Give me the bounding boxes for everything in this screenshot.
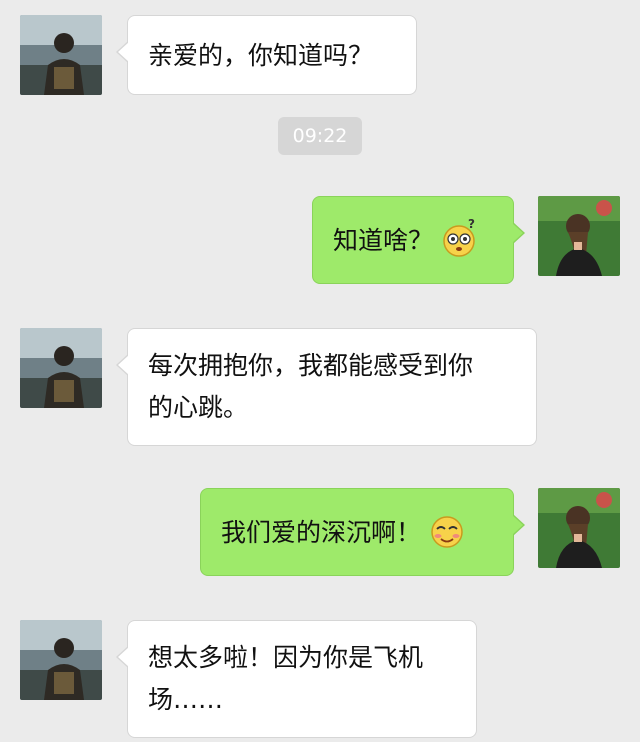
message-text-line: 的心跳。 bbox=[148, 393, 249, 422]
incoming-message-bubble[interactable]: 亲爱的，你知道吗？ bbox=[116, 15, 417, 95]
message-text-line: 场…… bbox=[148, 685, 224, 714]
message-text: 知道啥？ bbox=[333, 226, 434, 255]
message-text-line: 想太多啦！因为你是飞机 bbox=[148, 643, 424, 672]
message-text: 亲爱的，你知道吗？ bbox=[148, 41, 374, 70]
outgoing-message-bubble[interactable]: 知道啥？ ? bbox=[312, 196, 525, 284]
my-avatar[interactable] bbox=[538, 196, 620, 276]
my-avatar-image bbox=[538, 488, 620, 568]
message-text-line: 每次拥抱你，我都能感受到你 bbox=[148, 351, 474, 380]
chat-conversation: 亲爱的，你知道吗？ 09:22 知道啥？ ? 每次拥抱你，我都能感受到你 的心跳… bbox=[0, 0, 640, 742]
timestamp-label: 09:22 bbox=[278, 117, 362, 155]
incoming-message-bubble[interactable]: 想太多啦！因为你是飞机 场…… bbox=[116, 620, 477, 738]
contact-avatar-image bbox=[20, 620, 102, 700]
contact-avatar[interactable] bbox=[20, 15, 102, 95]
blushing-smile-icon bbox=[427, 511, 467, 551]
contact-avatar-image bbox=[20, 15, 102, 95]
my-avatar[interactable] bbox=[538, 488, 620, 568]
incoming-message-bubble[interactable]: 每次拥抱你，我都能感受到你 的心跳。 bbox=[116, 328, 537, 446]
contact-avatar-image bbox=[20, 328, 102, 408]
contact-avatar[interactable] bbox=[20, 620, 102, 700]
outgoing-message-bubble[interactable]: 我们爱的深沉啊！ bbox=[200, 488, 525, 576]
contact-avatar[interactable] bbox=[20, 328, 102, 408]
svg-text:?: ? bbox=[468, 219, 475, 231]
message-text: 我们爱的深沉啊！ bbox=[221, 518, 422, 547]
my-avatar-image bbox=[538, 196, 620, 276]
dizzy-face-icon: ? bbox=[439, 217, 479, 259]
